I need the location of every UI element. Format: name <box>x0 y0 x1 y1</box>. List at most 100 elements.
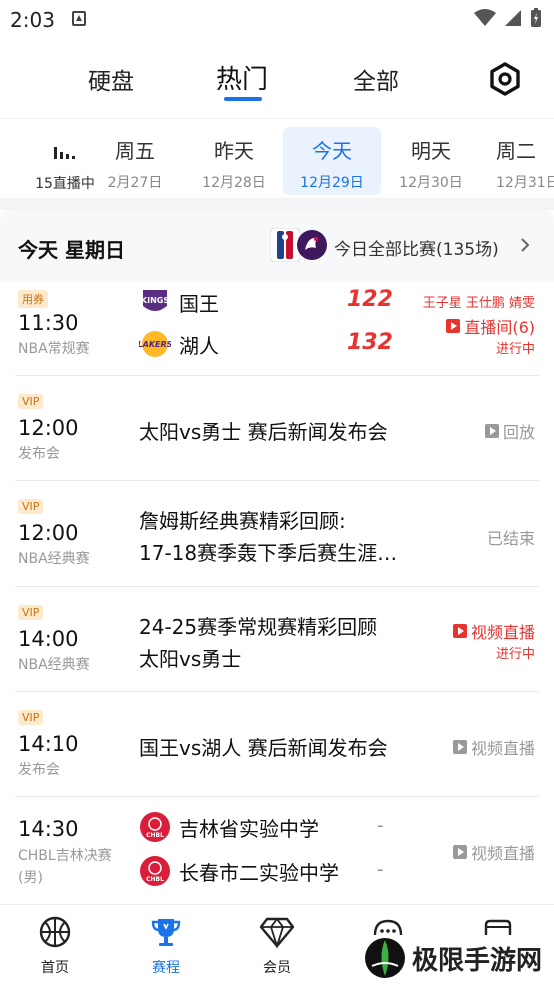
team-name: 吉林省实验中学 <box>179 816 319 841</box>
active-tab-indicator <box>224 97 262 101</box>
date-day-name: 周二 <box>496 139 536 163</box>
date-day-name: 昨天 <box>214 139 254 163</box>
day-header: 今天 星期日 今日全部比赛(135场) <box>0 210 554 282</box>
video-live-button[interactable]: 视频直播 <box>452 840 535 864</box>
match-title: 詹姆斯经典赛精彩回顾: <box>139 509 346 533</box>
match-status: 视频直播 <box>470 623 535 642</box>
match-category: CHBL吉林决赛 <box>18 848 112 864</box>
team-name: 湖人 <box>179 333 219 358</box>
match-progress: 进行中 <box>495 342 535 357</box>
match-title: 24-25赛季常规赛精彩回顾 <box>139 615 378 639</box>
date-item[interactable]: 明天 12月30日 <box>382 127 480 195</box>
match-time: 11:30 <box>18 311 79 335</box>
vip-badge: VIP <box>18 605 44 620</box>
vip-badge: VIP <box>18 499 44 514</box>
nav-label: 赛程 <box>152 960 180 976</box>
chbl-logo-icon: CHBL <box>140 812 170 842</box>
away-score: - <box>377 859 384 880</box>
match-title: 太阳vs勇士 赛后新闻发布会 <box>139 420 388 444</box>
away-team: CHBL 长春市二实验中学 <box>139 855 339 887</box>
vip-badge: VIP <box>18 394 44 409</box>
svg-text:CHBL: CHBL <box>146 876 164 883</box>
nav-membership[interactable]: 会员 <box>237 915 317 977</box>
nav-schedule[interactable]: 赛程 <box>126 915 206 977</box>
match-row[interactable]: VIP 14:10 发布会 国王vs湖人 赛后新闻发布会 视频直播 <box>15 692 539 797</box>
date-day-name: 周五 <box>115 139 155 163</box>
home-score: 122 <box>347 287 393 312</box>
premier-league-logo-icon <box>297 230 327 260</box>
match-category: NBA经典赛 <box>18 551 90 567</box>
settings-icon[interactable] <box>488 62 522 96</box>
match-time: 12:00 <box>18 416 79 440</box>
team-name: 国王 <box>179 291 219 316</box>
play-icon <box>484 424 499 438</box>
date-day-date: 12月30日 <box>399 175 463 191</box>
kings-logo-icon: KINGS <box>141 290 169 311</box>
match-row[interactable]: VIP 12:00 发布会 太阳vs勇士 赛后新闻发布会 回放 <box>15 376 539 481</box>
date-item[interactable]: 周二 12月31日 <box>480 127 554 195</box>
date-day-name: 明天 <box>411 139 451 163</box>
status-bar: 2:03 <box>0 0 554 40</box>
tab-hot[interactable]: 热门 <box>216 59 268 96</box>
wifi-icon <box>474 9 496 26</box>
all-matches-link[interactable]: 今日全部比赛(135场) <box>334 235 499 260</box>
live-room-button[interactable]: 直播间(6) <box>446 314 535 338</box>
watermark-logo-icon <box>365 938 405 978</box>
tab-disk[interactable]: 硬盘 <box>88 62 134 96</box>
svg-text:KINGS: KINGS <box>141 296 169 305</box>
battery-icon <box>531 8 541 27</box>
home-team: KINGS 国王 <box>139 286 219 318</box>
match-category: NBA常规赛 <box>18 341 90 357</box>
match-status: 已结束 <box>486 529 535 548</box>
play-icon <box>452 845 467 859</box>
nav-home[interactable]: 首页 <box>15 915 95 977</box>
video-live-button[interactable]: 视频直播 <box>452 735 535 759</box>
match-title: 国王vs湖人 赛后新闻发布会 <box>139 736 388 760</box>
video-live-button[interactable]: 视频直播 <box>452 619 535 643</box>
match-time: 12:00 <box>18 521 79 545</box>
trophy-icon <box>151 919 181 946</box>
match-time: 14:00 <box>18 627 79 651</box>
svg-text:CHBL: CHBL <box>146 832 164 839</box>
tab-all[interactable]: 全部 <box>353 62 399 96</box>
live-room-label: 直播间(6) <box>464 318 535 337</box>
watermark: 极限手游网 <box>362 936 549 980</box>
match-row[interactable]: 用券 11:30 NBA常规赛 KINGS 国王 LAKERS 湖人 122 1… <box>15 282 539 376</box>
replay-button[interactable]: 回放 <box>484 419 535 443</box>
match-status: 视频直播 <box>470 739 535 758</box>
home-team: CHBL 吉林省实验中学 <box>139 811 319 843</box>
vip-badge: VIP <box>18 710 44 725</box>
date-day-date: 12月29日 <box>300 175 364 191</box>
bar-chart-icon <box>54 147 75 159</box>
nav-label: 会员 <box>263 960 291 976</box>
lakers-logo-icon: LAKERS <box>139 331 171 357</box>
match-category: 发布会 <box>18 446 60 462</box>
date-item[interactable]: 周五 2月27日 <box>86 127 184 195</box>
match-row[interactable]: VIP 12:00 NBA经典赛 詹姆斯经典赛精彩回顾: 17-18赛季轰下季后… <box>15 481 539 587</box>
section-divider <box>0 198 554 210</box>
chevron-right-icon[interactable] <box>520 237 530 253</box>
date-strip: 15直播中 周五 2月27日 昨天 12月28日 今天 12月29日 明天 12… <box>0 118 554 198</box>
match-progress: 进行中 <box>495 647 535 662</box>
match-row[interactable]: VIP 14:00 NBA经典赛 24-25赛季常规赛精彩回顾 太阳vs勇士 视… <box>15 587 539 692</box>
match-category: NBA经典赛 <box>18 657 90 673</box>
day-title: 今天 星期日 <box>18 238 125 262</box>
date-item[interactable]: 昨天 12月28日 <box>185 127 283 195</box>
team-name: 长春市二实验中学 <box>179 860 339 885</box>
signal-icon <box>505 10 521 26</box>
notification-icon <box>72 11 86 26</box>
match-time: 14:10 <box>18 732 79 756</box>
match-row[interactable]: 14:30 CHBL吉林决赛 (男) CHBL 吉林省实验中学 CHBL 长春市… <box>15 797 539 904</box>
match-category: 发布会 <box>18 762 60 778</box>
home-score: - <box>377 815 384 836</box>
nav-label: 首页 <box>41 960 69 976</box>
date-item-selected[interactable]: 今天 12月29日 <box>283 127 381 195</box>
date-day-date: 12月31日 <box>496 175 554 191</box>
diamond-icon <box>259 917 295 949</box>
coupon-badge: 用券 <box>18 290 48 308</box>
date-day-date: 2月27日 <box>107 175 163 191</box>
top-tabs: 硬盘 热门 全部 <box>0 52 554 112</box>
play-icon <box>452 740 467 754</box>
date-day-name: 今天 <box>312 139 352 163</box>
match-category-line2: (男) <box>18 870 43 886</box>
